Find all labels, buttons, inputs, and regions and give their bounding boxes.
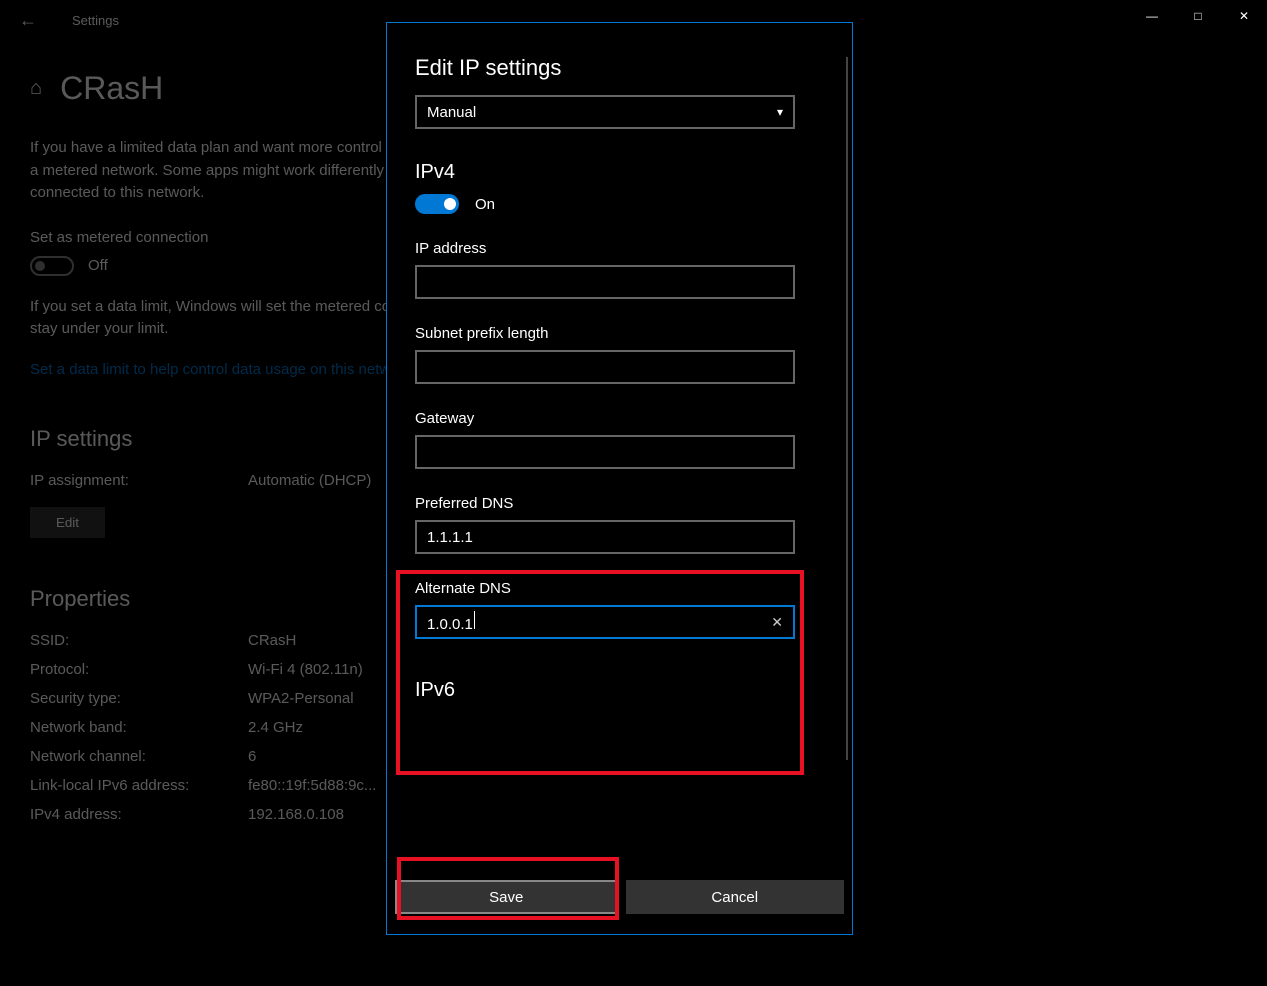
protocol-value: Wi-Fi 4 (802.11n) [248, 661, 363, 678]
channel-label: Network channel: [30, 748, 248, 765]
ipv6-heading: IPv6 [415, 679, 824, 702]
ssid-label: SSID: [30, 632, 248, 649]
channel-value: 6 [248, 748, 256, 765]
gateway-input[interactable] [415, 435, 795, 469]
ipv4-toggle[interactable] [415, 194, 459, 214]
cancel-button[interactable]: Cancel [626, 880, 845, 914]
ipv4-value: 192.168.0.108 [248, 806, 344, 823]
ip-address-label: IP address [415, 240, 824, 257]
ipv6ll-value: fe80::19f:5d88:9c... [248, 777, 376, 794]
ip-assignment-value: Automatic (DHCP) [248, 472, 371, 489]
page-title: CRasH [60, 70, 163, 107]
chevron-down-icon: ▾ [777, 105, 783, 119]
ip-address-input[interactable] [415, 265, 795, 299]
ip-assignment-label: IP assignment: [30, 472, 248, 489]
clear-input-icon[interactable]: ✕ [771, 614, 783, 631]
protocol-label: Protocol: [30, 661, 248, 678]
save-button[interactable]: Save [395, 880, 618, 914]
alternate-dns-label: Alternate DNS [415, 580, 824, 597]
back-button[interactable]: ← [8, 10, 48, 31]
preferred-dns-label: Preferred DNS [415, 495, 824, 512]
preferred-dns-input[interactable]: 1.1.1.1 [415, 520, 795, 554]
edit-button[interactable]: Edit [30, 507, 105, 538]
ipv6ll-label: Link-local IPv6 address: [30, 777, 248, 794]
ip-mode-value: Manual [427, 104, 476, 121]
dialog-title: Edit IP settings [415, 55, 824, 81]
security-value: WPA2-Personal [248, 690, 354, 707]
edit-ip-settings-dialog: Edit IP settings Manual ▾ IPv4 On IP add… [386, 22, 853, 935]
alternate-dns-input[interactable]: 1.0.0.1 ✕ [415, 605, 795, 639]
subnet-label: Subnet prefix length [415, 325, 824, 342]
ip-mode-select[interactable]: Manual ▾ [415, 95, 795, 129]
ipv4-label: IPv4 address: [30, 806, 248, 823]
gateway-label: Gateway [415, 410, 824, 427]
ssid-value: CRasH [248, 632, 296, 649]
band-value: 2.4 GHz [248, 719, 303, 736]
window-title: Settings [72, 13, 119, 28]
security-label: Security type: [30, 690, 248, 707]
metered-toggle[interactable] [30, 256, 74, 276]
subnet-input[interactable] [415, 350, 795, 384]
metered-state: Off [88, 257, 108, 274]
home-icon: ⌂ [30, 77, 42, 100]
dialog-scrollbar[interactable] [846, 57, 848, 760]
ipv4-toggle-state: On [475, 196, 495, 213]
ipv4-heading: IPv4 [415, 161, 824, 184]
band-label: Network band: [30, 719, 248, 736]
